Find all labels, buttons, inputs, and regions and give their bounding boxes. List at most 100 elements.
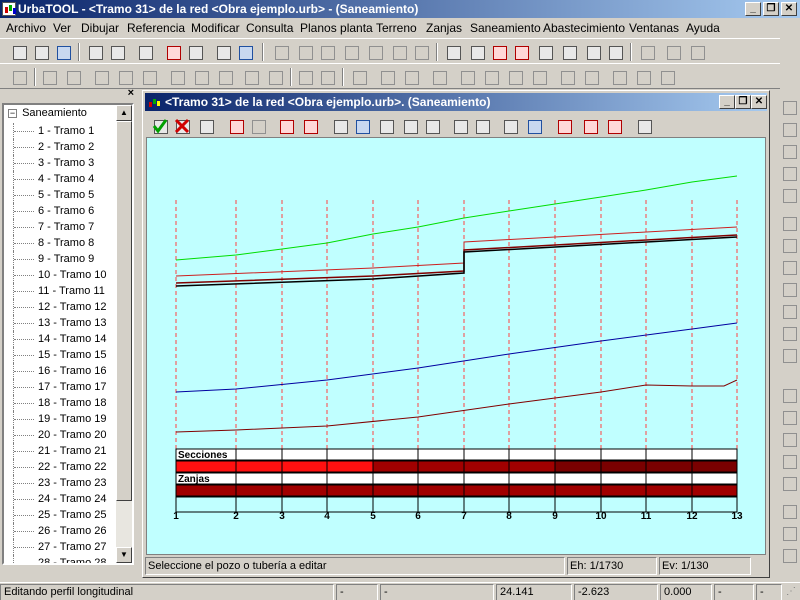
restore-button[interactable]: ❐	[763, 2, 779, 16]
error-warning-icon[interactable]	[605, 117, 623, 135]
zoom-extents-icon[interactable]	[512, 43, 530, 61]
tree-item-tramo[interactable]: 10 - Tramo 10	[4, 267, 106, 283]
brush-icon[interactable]	[606, 43, 624, 61]
tree-item-tramo[interactable]: 4 - Tramo 4	[4, 171, 106, 187]
tree-item-tramo[interactable]: 8 - Tramo 8	[4, 235, 106, 251]
tree-item-tramo[interactable]: 26 - Tramo 26	[4, 523, 106, 539]
menu-consulta[interactable]: Consulta	[246, 21, 293, 35]
save-icon[interactable]	[54, 43, 72, 61]
shade-icon[interactable]	[688, 43, 706, 61]
pipe-invert-line[interactable]	[175, 236, 738, 287]
cancel-x-icon[interactable]	[173, 117, 191, 135]
tree-item-tramo[interactable]: 19 - Tramo 19	[4, 411, 106, 427]
snap-intersection-icon[interactable]	[318, 43, 336, 61]
polyline-icon[interactable]	[116, 68, 134, 86]
tool-bars-icon[interactable]	[780, 346, 798, 364]
undo-icon[interactable]	[164, 43, 182, 61]
zoom-icon[interactable]	[468, 43, 486, 61]
profile-svg[interactable]: SeccionesZanjas1 2 3 4 5 6 7 8 9 10 11 12 13	[147, 138, 767, 556]
tool-tee-icon[interactable]	[780, 324, 798, 342]
tree-item-tramo[interactable]: 22 - Tramo 22	[4, 459, 106, 475]
app-title-bar[interactable]: UrbaTOOL - <Tramo 31> de la red <Obra ej…	[0, 0, 800, 18]
fill-icon[interactable]	[525, 117, 543, 135]
text-icon[interactable]	[296, 68, 314, 86]
tool-measure-icon[interactable]	[780, 214, 798, 232]
redo-icon[interactable]	[186, 43, 204, 61]
zoom-window-icon[interactable]	[277, 117, 295, 135]
menu-zanjas[interactable]: Zanjas	[426, 21, 462, 35]
snap-perpendicular-icon[interactable]	[390, 43, 408, 61]
snap-center-icon[interactable]	[412, 43, 430, 61]
tool-line-icon[interactable]	[780, 98, 798, 116]
offset-arc-icon[interactable]	[506, 68, 524, 86]
move-vertex-icon[interactable]	[377, 117, 395, 135]
tree-item-tramo[interactable]: 5 - Tramo 5	[4, 187, 106, 203]
menu-archivo[interactable]: Archivo	[6, 21, 46, 35]
tree-item-tramo[interactable]: 14 - Tramo 14	[4, 331, 106, 347]
tool-angle-icon[interactable]	[780, 386, 798, 404]
open-folder-icon[interactable]	[197, 117, 215, 135]
app-icon[interactable]	[2, 2, 16, 16]
tree-item-tramo[interactable]: 21 - Tramo 21	[4, 443, 106, 459]
tree-item-tramo[interactable]: 2 - Tramo 2	[4, 139, 106, 155]
menu-planos-planta[interactable]: Planos planta	[300, 21, 373, 35]
min-slope-icon[interactable]	[473, 117, 491, 135]
tree-item-tramo[interactable]: 12 - Tramo 12	[4, 299, 106, 315]
tool-cross-icon[interactable]	[780, 236, 798, 254]
tree-item-tramo[interactable]: 15 - Tramo 15	[4, 347, 106, 363]
redo-icon[interactable]	[249, 117, 267, 135]
longitudinal-profile-canvas[interactable]: Secciones Zanjas 1 2 3 4 5 6 7 8 9 10 11 12 13	[146, 137, 766, 555]
tree-item-tramo[interactable]: 23 - Tramo 23	[4, 475, 106, 491]
tool-link-icon[interactable]	[780, 142, 798, 160]
menu-saneamiento[interactable]: Saneamiento	[470, 21, 541, 35]
secciones-bar-segment[interactable]	[175, 460, 374, 473]
child-restore-button[interactable]: ❐	[735, 95, 751, 109]
tree-item-tramo[interactable]: 27 - Tramo 27	[4, 539, 106, 555]
menu-ayuda[interactable]: Ayuda	[686, 21, 720, 35]
tree-item-tramo[interactable]: 20 - Tramo 20	[4, 427, 106, 443]
grid-icon[interactable]	[296, 43, 314, 61]
tool-grid-icon[interactable]	[780, 120, 798, 138]
circle-icon[interactable]	[242, 68, 260, 86]
line-icon[interactable]	[92, 68, 110, 86]
child-minimize-button[interactable]: _	[719, 95, 735, 109]
menu-modificar[interactable]: Modificar	[191, 21, 240, 35]
spline-icon[interactable]	[140, 68, 158, 86]
insert-image-icon[interactable]	[318, 68, 336, 86]
lower-profile-line[interactable]	[175, 379, 738, 433]
polygon-icon[interactable]	[168, 68, 186, 86]
tool-arrow-icon[interactable]	[780, 302, 798, 320]
tool-table-icon[interactable]	[780, 408, 798, 426]
grid-snap-icon[interactable]	[272, 43, 290, 61]
rotate-icon[interactable]	[530, 68, 548, 86]
tool-split-icon[interactable]	[780, 258, 798, 276]
paste-icon[interactable]	[108, 43, 126, 61]
print-icon[interactable]	[136, 43, 154, 61]
render-icon[interactable]	[664, 43, 682, 61]
close-button[interactable]: ✕	[781, 2, 797, 16]
table-icon[interactable]	[635, 117, 653, 135]
select-pipe-icon[interactable]	[353, 117, 371, 135]
copy-object-icon[interactable]	[378, 68, 396, 86]
profile-curve-icon[interactable]	[331, 117, 349, 135]
menu-referencia[interactable]: Referencia	[127, 21, 185, 35]
minimize-button[interactable]: _	[745, 2, 761, 16]
break-icon[interactable]	[658, 68, 676, 86]
tree-item-tramo[interactable]: 28 - Tramo 28	[4, 555, 106, 563]
color-bars-icon[interactable]	[555, 117, 573, 135]
tree-item-tramo[interactable]: 25 - Tramo 25	[4, 507, 106, 523]
move-icon[interactable]	[430, 68, 448, 86]
tree-scrollbar[interactable]: ▲ ▼	[116, 105, 132, 563]
zoom-window-icon[interactable]	[490, 43, 508, 61]
tool-node-icon[interactable]	[780, 164, 798, 182]
scroll-up-icon[interactable]: ▲	[116, 105, 132, 121]
node-icon[interactable]	[64, 68, 82, 86]
menu-ventanas[interactable]: Ventanas	[629, 21, 679, 35]
terrain-line[interactable]	[175, 175, 738, 261]
profile-window-title-bar[interactable]: <Tramo 31> de la red <Obra ejemplo.urb>.…	[145, 93, 767, 111]
tree-item-tramo[interactable]: 16 - Tramo 16	[4, 363, 106, 379]
adjust-slope-icon[interactable]	[401, 117, 419, 135]
hatch-icon[interactable]	[638, 43, 656, 61]
snap-endpoint-icon[interactable]	[342, 43, 360, 61]
help-icon[interactable]	[214, 43, 232, 61]
